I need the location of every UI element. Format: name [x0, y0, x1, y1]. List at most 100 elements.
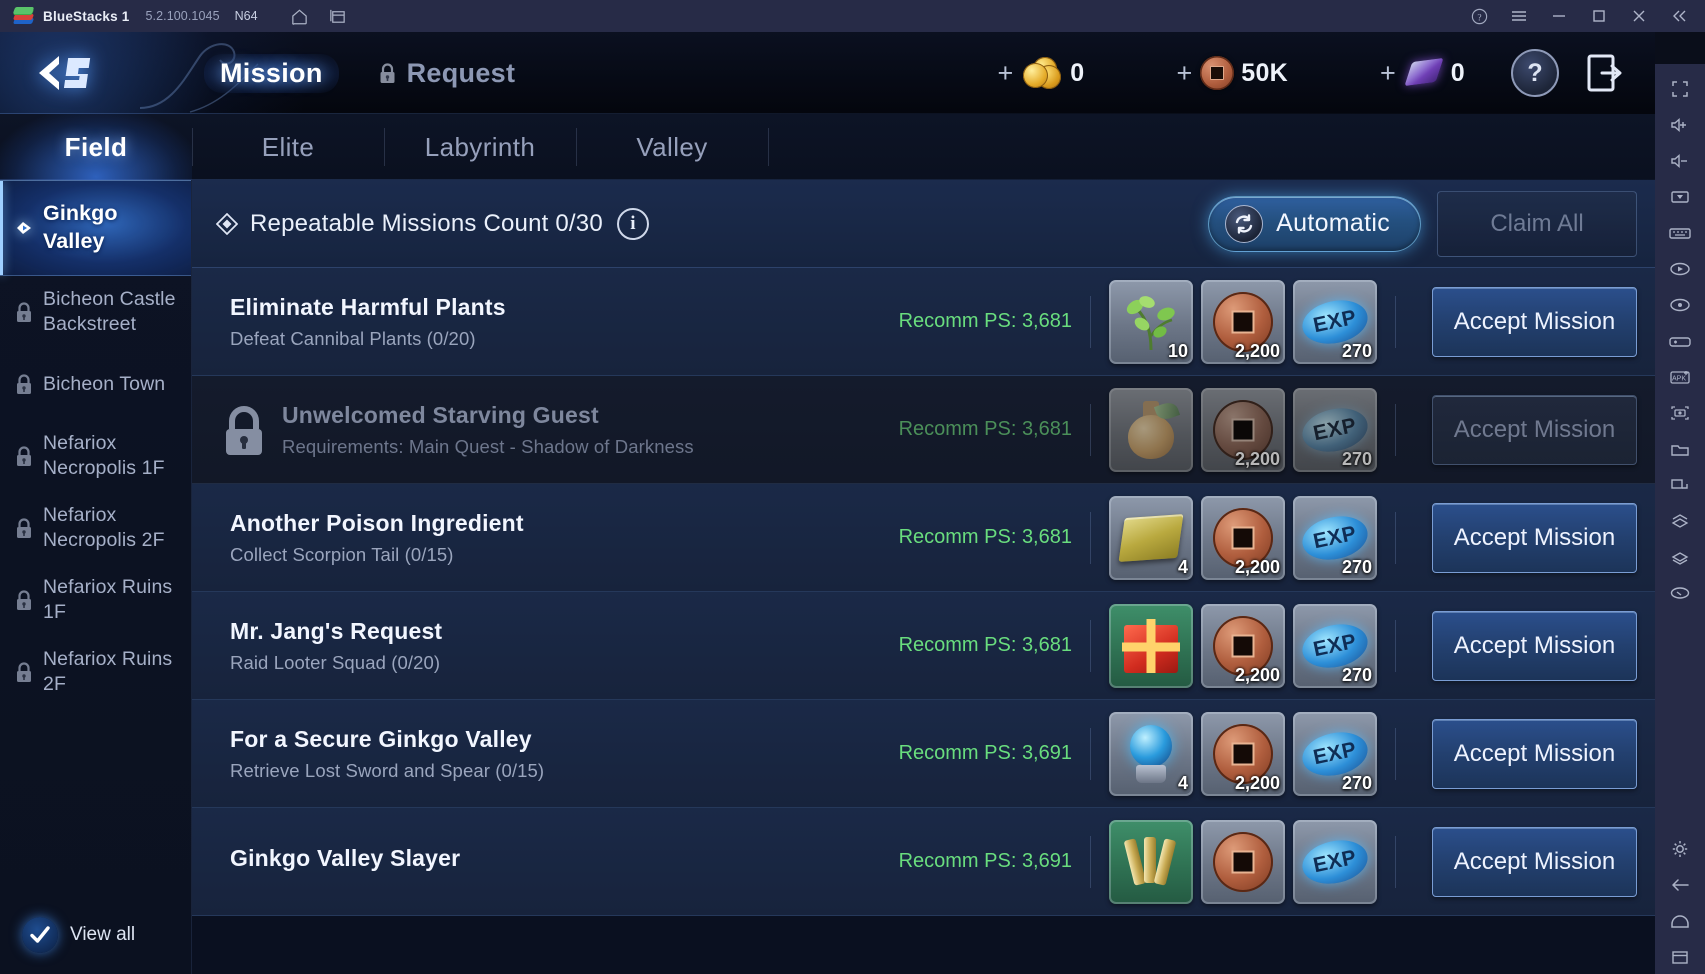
- maximize-icon[interactable]: [1579, 0, 1619, 32]
- gamepad-icon[interactable]: [1662, 324, 1698, 358]
- reward-slot[interactable]: EXP: [1293, 819, 1377, 904]
- back-arrow-icon[interactable]: [1662, 868, 1698, 902]
- reward-slot[interactable]: EXP 270: [1293, 603, 1377, 688]
- currency-copper[interactable]: + 50K: [1130, 56, 1334, 90]
- eye-icon[interactable]: [1662, 576, 1698, 610]
- resize-icon[interactable]: [1662, 468, 1698, 502]
- fullscreen-icon[interactable]: [1662, 72, 1698, 106]
- lock-icon: [17, 589, 31, 610]
- mission-row[interactable]: For a Secure Ginkgo Valley Retrieve Lost…: [192, 700, 1655, 808]
- reward-slot[interactable]: [1201, 819, 1285, 904]
- mission-title: Another Poison Ingredient: [230, 509, 524, 536]
- reward-slot[interactable]: 4: [1109, 711, 1193, 796]
- recents-icon[interactable]: [1662, 940, 1698, 974]
- folder-icon[interactable]: [1662, 432, 1698, 466]
- mission-row[interactable]: Unwelcomed Starving Guest Requirements: …: [192, 376, 1655, 484]
- zone-sidebar: Ginkgo Valley Bicheon Castle Backstreet: [0, 180, 192, 974]
- sidebar-item-nefariox-necropolis-2f[interactable]: Nefariox Necropolis 2F: [0, 492, 191, 564]
- app-arch: N64: [234, 9, 258, 23]
- multi-layer-icon[interactable]: [1662, 504, 1698, 538]
- reward-slot[interactable]: EXP 270: [1293, 387, 1377, 472]
- mission-title: Mr. Jang's Request: [230, 617, 443, 644]
- sidebar-item-bicheon-castle-backstreet[interactable]: Bicheon Castle Backstreet: [0, 276, 191, 348]
- automatic-button[interactable]: Automatic: [1208, 195, 1421, 252]
- keyboard-icon[interactable]: [1662, 216, 1698, 250]
- sidebar-item-label: Nefariox Ruins 1F: [43, 576, 173, 623]
- reward-slot[interactable]: 2,200: [1201, 603, 1285, 688]
- info-icon[interactable]: i: [616, 207, 649, 240]
- reward-qty: 270: [1341, 340, 1372, 361]
- home-icon[interactable]: [1662, 904, 1698, 938]
- copper-coin-icon: [1213, 831, 1273, 892]
- minimize-icon[interactable]: [1539, 0, 1579, 32]
- gear-icon[interactable]: [1662, 832, 1698, 866]
- game-nav-tabs: Mission Request: [204, 53, 532, 93]
- mission-recomm-ps: Recomm PS: 3,691: [898, 742, 1072, 764]
- accept-mission-button[interactable]: Accept Mission: [1432, 502, 1637, 573]
- nav-tab-mission[interactable]: Mission: [204, 53, 339, 93]
- row-divider: [1395, 295, 1396, 348]
- stack-icon[interactable]: [1662, 540, 1698, 574]
- help-icon[interactable]: ?: [1459, 0, 1499, 32]
- mission-row[interactable]: Eliminate Harmful Plants Defeat Cannibal…: [192, 268, 1655, 376]
- reward-slot[interactable]: [1109, 819, 1193, 904]
- currency-crystal[interactable]: + 0: [1334, 56, 1511, 90]
- reward-slot[interactable]: 2,200: [1201, 387, 1285, 472]
- mission-rewards: 2,200 EXP 270: [1109, 387, 1377, 472]
- reward-slot[interactable]: 10: [1109, 279, 1193, 364]
- reward-slot[interactable]: 2,200: [1201, 279, 1285, 364]
- sidebar-item-bicheon-town[interactable]: Bicheon Town: [0, 348, 191, 420]
- tab-field[interactable]: Field: [0, 114, 192, 180]
- accept-mission-button[interactable]: Accept Mission: [1432, 286, 1637, 357]
- accept-mission-button[interactable]: Accept Mission: [1432, 718, 1637, 789]
- tab-elite[interactable]: Elite: [192, 114, 384, 180]
- reward-slot[interactable]: EXP 270: [1293, 279, 1377, 364]
- sidebar-item-nefariox-ruins-2f[interactable]: Nefariox Ruins 2F: [0, 636, 191, 708]
- gold-plus-label: +: [997, 57, 1014, 88]
- view-all-toggle[interactable]: View all: [0, 896, 191, 974]
- nav-tab-request-label: Request: [406, 57, 516, 88]
- currency-gold[interactable]: + 0: [951, 56, 1130, 90]
- sidebar-item-nefariox-ruins-1f[interactable]: Nefariox Ruins 1F: [0, 564, 191, 636]
- reward-slot[interactable]: EXP 270: [1293, 495, 1377, 580]
- rewind-icon[interactable]: [1662, 288, 1698, 322]
- claim-all-button[interactable]: Claim All: [1437, 190, 1637, 257]
- pointer-icon[interactable]: [1662, 180, 1698, 214]
- reward-slot[interactable]: [1109, 387, 1193, 472]
- mission-row[interactable]: Mr. Jang's Request Raid Looter Squad (0/…: [192, 592, 1655, 700]
- mission-row[interactable]: Ginkgo Valley Slayer Recomm PS: 3,691 EX…: [192, 808, 1655, 916]
- volume-down-icon[interactable]: [1662, 144, 1698, 178]
- row-divider: [1090, 295, 1091, 348]
- repeatable-missions-count: Repeatable Missions Count 0/30: [250, 209, 603, 237]
- game-viewport: Mission Request + 0 + 50K + 0 ? Field El…: [0, 32, 1655, 974]
- exit-door-icon[interactable]: [1577, 48, 1629, 98]
- multi-instance-icon[interactable]: [328, 6, 348, 26]
- volume-up-icon[interactable]: [1662, 108, 1698, 142]
- reward-slot[interactable]: EXP 270: [1293, 711, 1377, 796]
- accept-mission-button[interactable]: Accept Mission: [1432, 826, 1637, 897]
- menu-icon[interactable]: [1499, 0, 1539, 32]
- sidebar-item-ginkgo-valley[interactable]: Ginkgo Valley: [0, 180, 191, 276]
- scroll-bundle-icon: [1123, 836, 1179, 887]
- reward-slot[interactable]: 2,200: [1201, 495, 1285, 580]
- mission-row[interactable]: Another Poison Ingredient Collect Scorpi…: [192, 484, 1655, 592]
- sidebar-item-nefariox-necropolis-1f[interactable]: Nefariox Necropolis 1F: [0, 420, 191, 492]
- app-version: 5.2.100.1045: [145, 9, 220, 23]
- reward-slot[interactable]: 2,200: [1201, 711, 1285, 796]
- sidebar-item-label: Ginkgo Valley: [43, 201, 118, 253]
- close-icon[interactable]: [1619, 0, 1659, 32]
- install-apk-icon[interactable]: APK: [1662, 360, 1698, 394]
- home-icon[interactable]: [290, 6, 310, 26]
- nav-tab-request[interactable]: Request: [361, 54, 532, 93]
- crystal-value: 0: [1450, 58, 1465, 87]
- screenshot-icon[interactable]: [1662, 396, 1698, 430]
- reward-slot[interactable]: [1109, 603, 1193, 688]
- record-macro-icon[interactable]: [1662, 252, 1698, 286]
- reward-slot[interactable]: 4: [1109, 495, 1193, 580]
- tab-labyrinth[interactable]: Labyrinth: [384, 114, 576, 180]
- tab-valley[interactable]: Valley: [576, 114, 768, 180]
- help-button[interactable]: ?: [1511, 49, 1559, 97]
- mission-title: Ginkgo Valley Slayer: [230, 844, 461, 871]
- accept-mission-button[interactable]: Accept Mission: [1432, 610, 1637, 681]
- collapse-icon[interactable]: [1659, 0, 1699, 32]
